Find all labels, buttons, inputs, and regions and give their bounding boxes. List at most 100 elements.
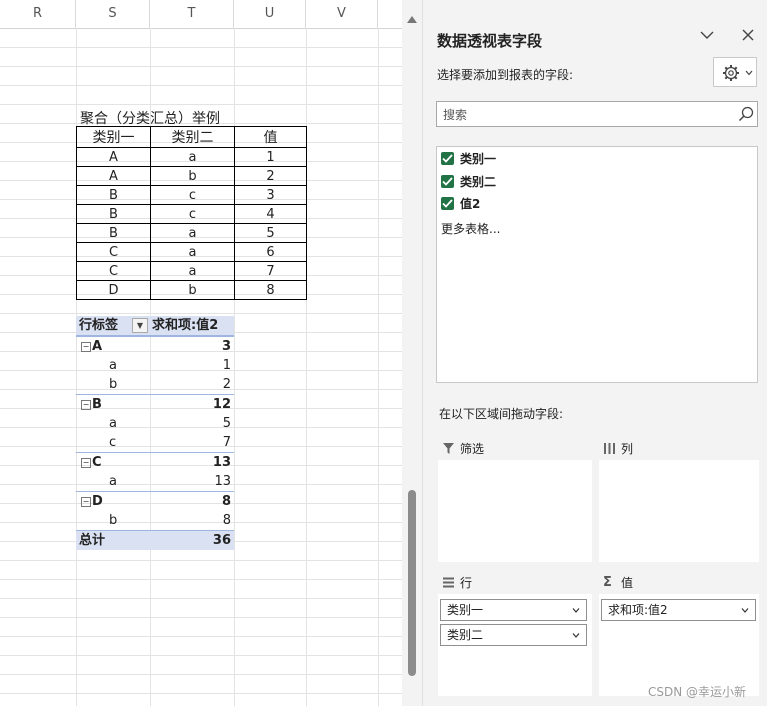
source-cell[interactable]: a — [150, 242, 235, 262]
pivot-group-row[interactable]: − C 13 — [76, 452, 234, 472]
source-cell[interactable]: c — [150, 204, 235, 224]
pivot-item-row[interactable]: a5 — [76, 414, 234, 433]
source-cell[interactable]: B — [76, 185, 151, 205]
source-cell[interactable]: 4 — [234, 204, 307, 224]
collapse-icon[interactable]: − — [81, 342, 91, 352]
tools-gear-button[interactable] — [713, 57, 757, 87]
source-cell[interactable]: a — [150, 147, 235, 167]
field-search-input[interactable] — [437, 102, 735, 128]
collapse-icon[interactable]: − — [81, 400, 91, 410]
pivot-group-total: 12 — [212, 397, 231, 412]
value-field-pill[interactable]: 求和项:值2 — [601, 599, 756, 621]
values-drop-zone[interactable]: 求和项:值2 — [599, 596, 759, 696]
source-cell[interactable]: b — [150, 166, 235, 186]
source-cell[interactable]: c — [150, 185, 235, 205]
column-header-r[interactable]: R — [0, 0, 76, 28]
grand-total-label: 总计 — [79, 533, 106, 548]
source-cell[interactable]: 7 — [234, 261, 307, 281]
column-header-t[interactable]: T — [150, 0, 234, 28]
source-cell[interactable]: C — [76, 242, 151, 262]
pivot-item-value: 13 — [214, 474, 231, 489]
pivot-value-label[interactable]: 求和项:值2 — [152, 316, 218, 335]
collapse-icon[interactable]: − — [81, 497, 91, 507]
column-header-u[interactable]: U — [234, 0, 306, 28]
pivot-item-label: b — [109, 377, 118, 392]
pivot-item-row[interactable]: c7 — [76, 433, 234, 452]
filter-dropdown-icon[interactable]: ▼ — [132, 318, 148, 333]
pivot-group-total: 13 — [212, 455, 231, 470]
pivot-item-label: a — [109, 416, 117, 431]
column-letter: V — [337, 6, 346, 21]
checkbox-checked-icon[interactable] — [441, 175, 454, 188]
row-field-pill[interactable]: 类别一 — [440, 599, 587, 621]
source-cell[interactable]: B — [76, 204, 151, 224]
checkbox-checked-icon[interactable] — [441, 152, 454, 165]
chevron-down-icon[interactable] — [741, 608, 749, 613]
field-list[interactable]: 类别一 类别二 值2 更多表格... — [436, 146, 758, 383]
pivot-item-value: 8 — [222, 513, 231, 528]
source-cell[interactable]: 8 — [234, 280, 307, 300]
search-icon[interactable] — [738, 106, 754, 122]
source-header-cell[interactable]: 值 — [234, 126, 307, 148]
source-cell[interactable]: B — [76, 223, 151, 243]
source-cell[interactable]: 6 — [234, 242, 307, 262]
area-header: 行 — [438, 572, 592, 594]
source-header-cell[interactable]: 类别二 — [150, 126, 235, 148]
pivot-row-label[interactable]: 行标签 — [79, 316, 118, 335]
pivot-group-row[interactable]: − D 8 — [76, 491, 234, 511]
scroll-up-arrow-icon[interactable] — [407, 16, 417, 23]
spreadsheet-grid[interactable]: R S T U V 聚合（分类汇总）举例 类别一 类别二 值 Aa1Ab2Bc3… — [0, 0, 402, 706]
source-cell[interactable]: 2 — [234, 166, 307, 186]
gridline — [0, 598, 402, 599]
source-cell[interactable]: b — [150, 280, 235, 300]
source-cell[interactable]: C — [76, 261, 151, 281]
row-field-pill[interactable]: 类别二 — [440, 624, 587, 646]
source-cell[interactable]: D — [76, 280, 151, 300]
checkbox-checked-icon[interactable] — [441, 197, 454, 210]
chevron-down-icon[interactable] — [572, 608, 580, 613]
pane-subtitle: 选择要添加到报表的字段: — [437, 68, 574, 82]
pivot-group-row[interactable]: − B 12 — [76, 394, 234, 414]
column-letter: U — [264, 6, 275, 21]
pivot-group-label: A — [92, 339, 103, 354]
rows-area[interactable]: 行 类别一 类别二 — [438, 572, 592, 696]
pivot-group-row[interactable]: − A 3 — [76, 336, 234, 356]
column-header-v[interactable]: V — [306, 0, 378, 28]
column-header-s[interactable]: S — [76, 0, 150, 28]
scroll-thumb[interactable] — [408, 490, 416, 676]
source-header-cell[interactable]: 类别一 — [76, 126, 151, 148]
chevron-down-icon[interactable] — [572, 633, 580, 638]
filters-area[interactable]: 筛选 — [438, 438, 592, 562]
source-cell[interactable]: 1 — [234, 147, 307, 167]
columns-area[interactable]: 列 — [599, 438, 759, 562]
source-cell[interactable]: 5 — [234, 223, 307, 243]
pivot-grand-total-row[interactable]: 总计 36 — [76, 530, 234, 550]
rows-drop-zone[interactable]: 类别一 类别二 — [438, 596, 592, 696]
filters-drop-zone[interactable] — [438, 462, 592, 562]
pivot-item-row[interactable]: a 13 — [76, 472, 234, 491]
source-cell[interactable]: a — [150, 223, 235, 243]
source-cell[interactable]: 3 — [234, 185, 307, 205]
pivot-table[interactable]: 行标签 ▼ 求和项:值2 − A 3 a 1 b 2− B 12 a 5 c 7− C 13 a 13− D 8 b 8… — [76, 316, 234, 550]
pivot-item-value: 1 — [222, 358, 231, 373]
pivot-item-row[interactable]: b8 — [76, 511, 234, 530]
source-data-table[interactable]: 类别一 类别二 值 Aa1Ab2Bc3Bc4Ba5Ca6Ca7Db8 — [76, 126, 307, 300]
pivot-item-row[interactable]: b2 — [76, 375, 234, 394]
pivot-item-row[interactable]: a1 — [76, 356, 234, 375]
values-area[interactable]: Σ 值 求和项:值2 — [599, 572, 759, 696]
source-cell[interactable]: A — [76, 166, 151, 186]
vertical-scrollbar[interactable] — [402, 0, 422, 706]
pivot-group-label: D — [92, 494, 103, 509]
source-row: Aa1 — [76, 147, 307, 167]
columns-drop-zone[interactable] — [599, 462, 759, 562]
source-cell[interactable]: A — [76, 147, 151, 167]
field-search-box[interactable] — [436, 101, 758, 128]
source-row: Bc4 — [76, 204, 307, 224]
source-cell[interactable]: a — [150, 261, 235, 281]
collapse-icon[interactable]: − — [81, 458, 91, 468]
close-icon[interactable] — [741, 28, 755, 42]
field-label: 值2 — [460, 197, 481, 211]
pill-label: 类别一 — [447, 603, 484, 617]
more-tables-link[interactable]: 更多表格... — [441, 220, 500, 237]
chevron-down-icon[interactable] — [700, 28, 714, 42]
